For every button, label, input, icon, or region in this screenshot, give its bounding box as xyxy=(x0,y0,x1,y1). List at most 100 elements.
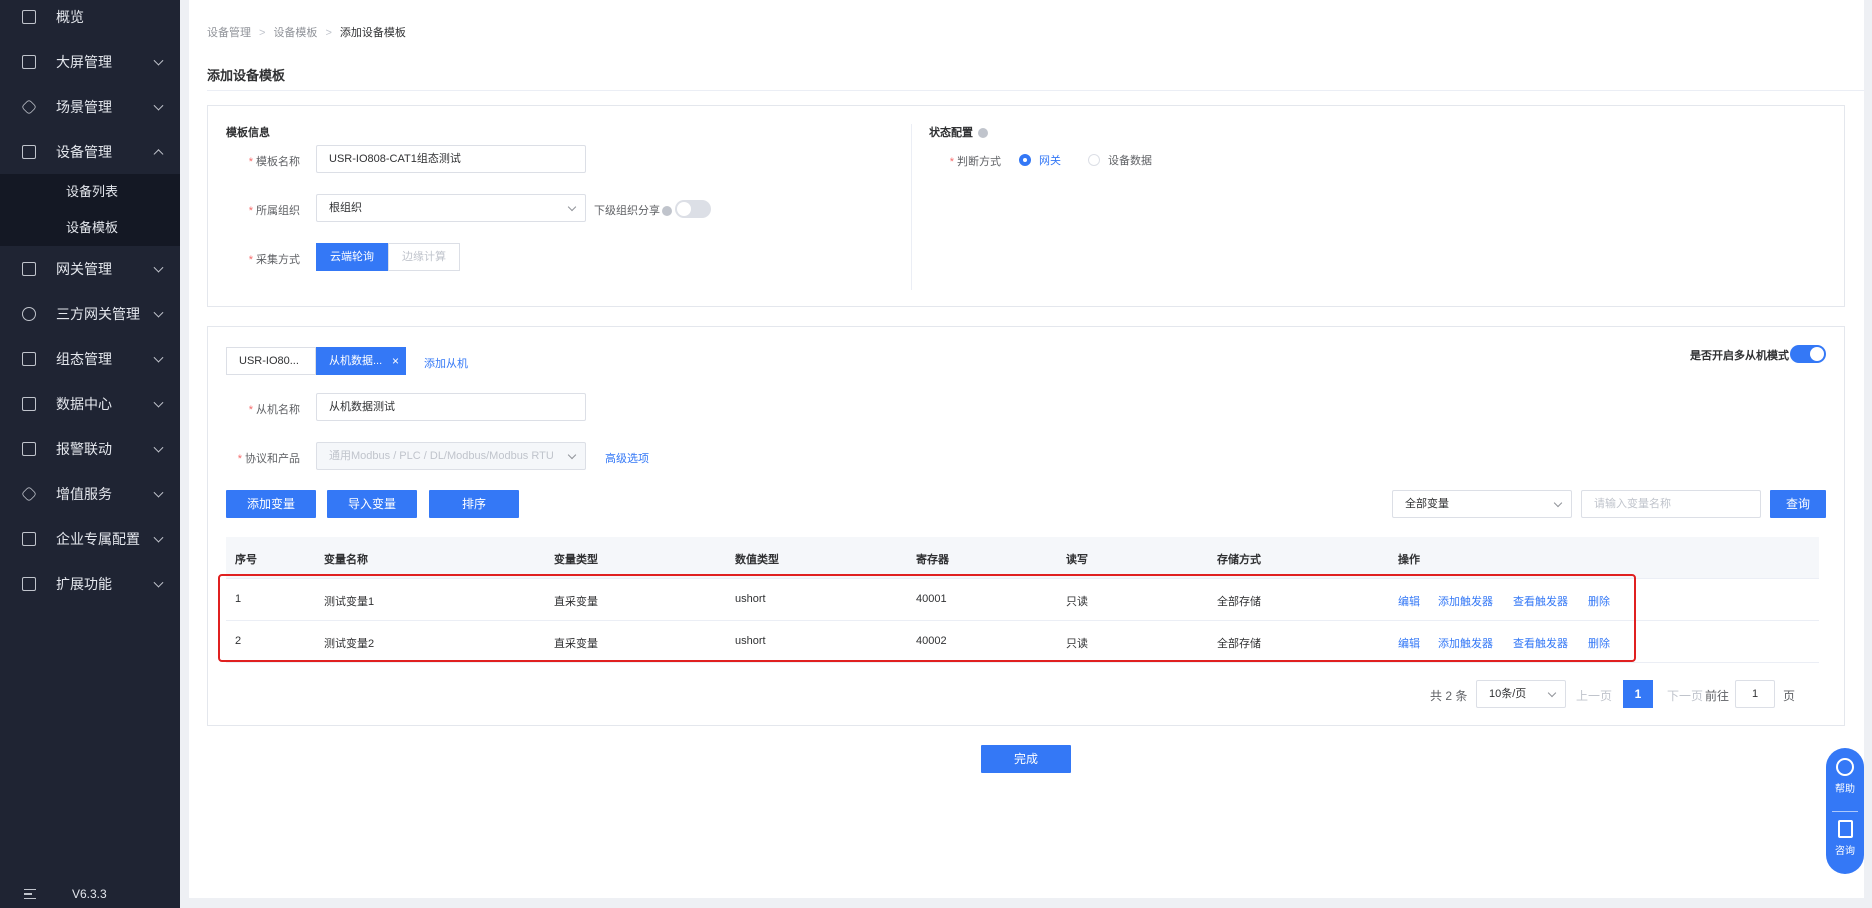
advanced-options-link[interactable]: 高级选项 xyxy=(605,450,649,466)
question-icon xyxy=(662,206,672,217)
prev-page-button[interactable]: 上一页 xyxy=(1576,687,1612,704)
breadcrumb: 设备管理 > 设备模板 > 添加设备模板 xyxy=(207,27,406,39)
slave-name-input[interactable]: 从机数据测试 xyxy=(316,393,586,421)
data-center-icon xyxy=(22,396,36,411)
collect-label: * 采集方式 xyxy=(248,254,300,266)
judge-label: * 判断方式 xyxy=(949,156,1001,168)
slave-panel: USR-IO80... 从机数据... × 添加从机 是否开启多从机模式 * 从机名… xyxy=(207,326,1845,726)
template-name-input[interactable]: USR-IO808-CAT1组态测试 xyxy=(316,145,586,173)
query-button[interactable]: 查询 xyxy=(1770,490,1826,518)
import-variable-button[interactable]: 导入变量 xyxy=(327,490,417,518)
highlight-box xyxy=(218,574,1636,662)
sidebar-item-configuration[interactable]: 组态管理 xyxy=(0,336,180,381)
panel-divider xyxy=(911,124,912,290)
consult-button[interactable]: 咨询 xyxy=(1826,820,1864,857)
chevron-down-icon xyxy=(153,307,164,318)
multi-slave-toggle[interactable] xyxy=(1790,345,1826,363)
breadcrumb-device-management[interactable]: 设备管理 xyxy=(207,27,251,39)
tab-usr-io808[interactable]: USR-IO80... xyxy=(226,347,316,375)
sidebar-item-label: 数据中心 xyxy=(56,395,112,412)
sidebar-item-overview[interactable]: 概览 xyxy=(0,0,180,39)
close-icon[interactable]: × xyxy=(392,348,399,374)
goto-label: 前往 xyxy=(1705,689,1730,703)
version-label: V6.3.3 xyxy=(72,887,107,901)
multi-slave-label: 是否开启多从机模式 xyxy=(1690,350,1789,362)
tab-slave-data[interactable]: 从机数据... × xyxy=(316,347,406,375)
chevron-down-icon xyxy=(567,450,577,460)
chevron-down-icon xyxy=(153,532,164,543)
status-config-title: 状态配置 xyxy=(929,124,988,140)
sidebar-item-gateway[interactable]: 网关管理 xyxy=(0,246,180,291)
sidebar-item-value-added[interactable]: 增值服务 xyxy=(0,471,180,516)
col-var-name: 变量名称 xyxy=(324,554,368,566)
goto-page-input[interactable]: 1 xyxy=(1735,680,1775,708)
help-button[interactable]: 帮助 xyxy=(1826,758,1864,795)
sidebar-subitem-device-list[interactable]: 设备列表 xyxy=(0,174,180,210)
sidebar-item-device[interactable]: 设备管理 xyxy=(0,129,180,174)
breadcrumb-device-template[interactable]: 设备模板 xyxy=(273,27,317,39)
chevron-down-icon xyxy=(153,100,164,111)
finish-button[interactable]: 完成 xyxy=(981,745,1071,773)
sidebar: 概览 大屏管理 场景管理 设备管理 设备列表 设备模板 网关管理 三方网关管理 … xyxy=(0,0,180,908)
org-select-value: 根组织 xyxy=(329,202,362,214)
sidebar-item-alarm[interactable]: 报警联动 xyxy=(0,426,180,471)
variable-filter-select[interactable]: 全部变量 xyxy=(1392,490,1572,518)
chevron-down-icon xyxy=(153,577,164,588)
page-size-select[interactable]: 10条/页 xyxy=(1476,680,1566,708)
sidebar-item-enterprise[interactable]: 企业专属配置 xyxy=(0,516,180,561)
question-icon xyxy=(978,128,988,139)
template-name-label: * 模板名称 xyxy=(248,156,300,168)
page-size-value: 10条/页 xyxy=(1489,688,1527,700)
screen-icon xyxy=(22,54,36,69)
sidebar-subitem-device-template[interactable]: 设备模板 xyxy=(0,210,180,246)
share-label: 下级组织分享 xyxy=(594,202,672,218)
sidebar-item-label: 报警联动 xyxy=(56,440,112,457)
org-select[interactable]: 根组织 xyxy=(316,194,586,222)
col-register: 寄存器 xyxy=(916,554,949,566)
sidebar-item-label: 三方网关管理 xyxy=(56,305,140,322)
chevron-down-icon xyxy=(1553,498,1563,508)
page-unit-label: 页 xyxy=(1783,689,1796,703)
col-storage: 存储方式 xyxy=(1217,554,1261,566)
chevron-down-icon xyxy=(153,352,164,363)
sidebar-item-label: 企业专属配置 xyxy=(56,530,140,547)
page-title: 添加设备模板 xyxy=(207,68,286,83)
sort-button[interactable]: 排序 xyxy=(429,490,519,518)
third-party-gateway-icon xyxy=(22,306,36,321)
collect-edge-button[interactable]: 边缘计算 xyxy=(388,243,460,271)
chevron-down-icon xyxy=(567,202,577,212)
sidebar-item-third-party-gateway[interactable]: 三方网关管理 xyxy=(0,291,180,336)
breadcrumb-current: 添加设备模板 xyxy=(339,27,406,39)
chevron-down-icon xyxy=(153,262,164,273)
scene-icon xyxy=(21,98,37,115)
question-icon xyxy=(1836,758,1854,776)
main-content: 设备管理 > 设备模板 > 添加设备模板 添加设备模板 模板信息 * 模板名称 USR-I… xyxy=(189,0,1864,898)
variable-search-input[interactable]: 请输入变量名称 xyxy=(1581,490,1761,518)
configuration-icon xyxy=(22,351,36,366)
page-number-current[interactable]: 1 xyxy=(1623,680,1653,708)
chevron-down-icon xyxy=(153,487,164,498)
share-toggle[interactable] xyxy=(675,200,711,218)
extension-icon xyxy=(22,576,36,591)
next-page-button[interactable]: 下一页 xyxy=(1667,687,1703,704)
judge-device-data-radio[interactable]: 设备数据 xyxy=(1088,152,1152,168)
col-value-type: 数值类型 xyxy=(735,554,779,566)
judge-gateway-radio[interactable]: 网关 xyxy=(1019,152,1061,168)
col-rw: 读写 xyxy=(1066,554,1088,566)
sidebar-item-data-center[interactable]: 数据中心 xyxy=(0,381,180,426)
collapse-menu-icon[interactable] xyxy=(24,889,36,899)
document-icon xyxy=(1837,820,1853,838)
add-variable-button[interactable]: 添加变量 xyxy=(226,490,316,518)
chevron-down-icon xyxy=(153,55,164,66)
table-header: 序号 变量名称 变量类型 数值类型 寄存器 读写 存储方式 操作 xyxy=(226,537,1819,579)
sidebar-item-screen[interactable]: 大屏管理 xyxy=(0,39,180,84)
protocol-select: 通用Modbus / PLC / DL/Modbus/Modbus RTU xyxy=(316,442,586,470)
collect-cloud-button[interactable]: 云端轮询 xyxy=(316,243,388,271)
col-index: 序号 xyxy=(235,554,257,566)
chevron-down-icon xyxy=(153,442,164,453)
sidebar-item-extension[interactable]: 扩展功能 xyxy=(0,561,180,606)
sidebar-item-label: 概览 xyxy=(56,8,84,25)
add-slave-link[interactable]: 添加从机 xyxy=(424,355,468,371)
sidebar-item-scene[interactable]: 场景管理 xyxy=(0,84,180,129)
sidebar-item-label: 扩展功能 xyxy=(56,575,112,592)
